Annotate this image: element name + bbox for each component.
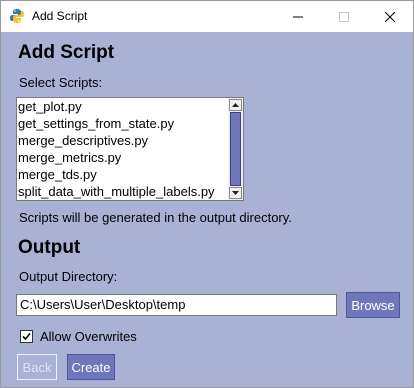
listbox-scrollbar[interactable] (228, 98, 243, 200)
list-item[interactable]: get_plot.py (17, 98, 228, 115)
maximize-button[interactable] (321, 1, 367, 32)
minimize-button[interactable] (275, 1, 321, 32)
window-title: Add Script (32, 9, 88, 23)
output-note: Scripts will be generated in the output … (19, 210, 292, 225)
output-heading: Output (18, 237, 81, 258)
browse-button[interactable]: Browse (346, 292, 400, 318)
list-item[interactable]: split_data_with_multiple_labels.py (17, 183, 228, 200)
back-button[interactable]: Back (17, 354, 57, 380)
list-item[interactable]: get_settings_from_state.py (17, 115, 228, 132)
maximize-icon (339, 11, 349, 22)
scroll-down-button[interactable] (229, 187, 242, 199)
scrollbar-thumb[interactable] (230, 112, 241, 186)
checkmark-icon (22, 332, 31, 341)
list-item[interactable]: merge_metrics.py (17, 149, 228, 166)
list-item[interactable]: merge_tds.py (17, 166, 228, 183)
allow-overwrites-label: Allow Overwrites (40, 329, 137, 344)
create-button[interactable]: Create (67, 354, 115, 380)
add-script-heading: Add Script (18, 42, 115, 63)
scripts-listbox[interactable]: get_plot.py get_settings_from_state.py m… (16, 97, 244, 201)
close-button[interactable] (367, 1, 413, 32)
scripts-list: get_plot.py get_settings_from_state.py m… (17, 98, 228, 200)
minimize-icon (293, 16, 303, 17)
title-bar[interactable]: Add Script (1, 1, 413, 32)
output-directory-input[interactable]: C:\Users\User\Desktop\temp (16, 294, 337, 316)
triangle-up-icon (232, 103, 239, 107)
add-script-window: Add Script Add Script Select Scripts: ge… (0, 0, 414, 388)
list-item[interactable]: merge_descriptives.py (17, 132, 228, 149)
output-directory-label: Output Directory: (19, 269, 118, 284)
python-logo-icon (10, 9, 24, 23)
allow-overwrites-checkbox[interactable] (20, 330, 33, 343)
triangle-down-icon (232, 191, 239, 195)
select-scripts-label: Select Scripts: (19, 75, 103, 90)
scroll-up-button[interactable] (229, 99, 242, 111)
close-icon (385, 11, 395, 22)
